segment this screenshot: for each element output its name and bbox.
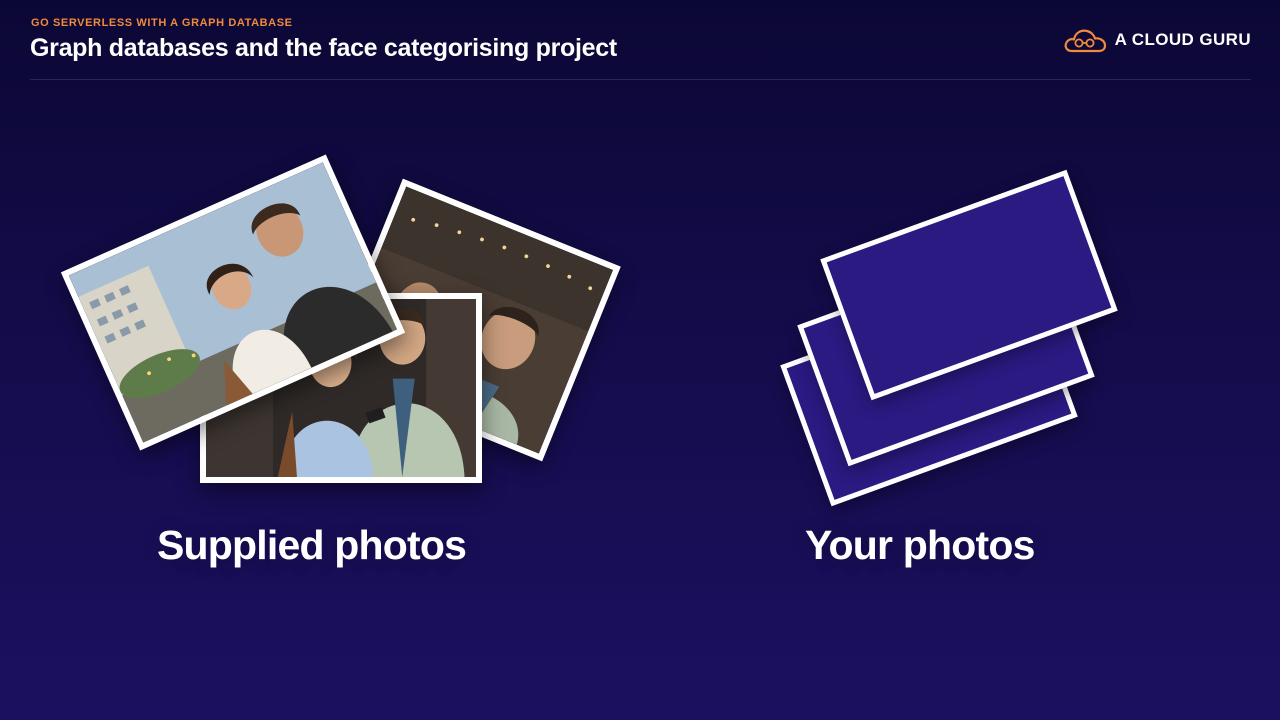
course-kicker: GO SERVERLESS WITH A GRAPH DATABASE [31, 17, 293, 29]
slide: GO SERVERLESS WITH A GRAPH DATABASE Grap… [0, 0, 1280, 720]
brand: A CLOUD GURU [1063, 26, 1251, 54]
cloud-logo-icon [1064, 29, 1106, 53]
page-title: Graph databases and the face categorisin… [30, 34, 617, 62]
brand-name: A CLOUD GURU [1114, 30, 1251, 49]
your-photos-stack [760, 150, 1140, 507]
header-divider [30, 79, 1251, 80]
your-photos-caption: Your photos [805, 522, 1035, 568]
supplied-photos-collage [60, 150, 621, 500]
supplied-photos-caption: Supplied photos [157, 522, 467, 568]
